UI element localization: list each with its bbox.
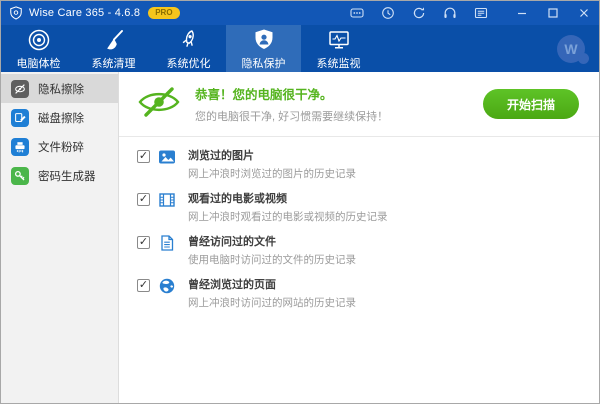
file-shredder-icon (11, 138, 29, 156)
titlebar: Wise Care 365 - 4.6.8 PRO (1, 1, 599, 25)
pro-badge: PRO (148, 7, 179, 19)
content-body: 隐私擦除 磁盘擦除 文件粉碎 密码生成器 (1, 72, 599, 403)
wise-care-window: Wise Care 365 - 4.6.8 PRO (0, 0, 600, 404)
tab-pc-checkup[interactable]: 电脑体检 (1, 25, 76, 72)
maximize-icon[interactable] (537, 1, 568, 25)
item-subtitle: 网上冲浪时观看过的电影或视频的历史记录 (188, 209, 388, 224)
app-logo-shield-icon (9, 6, 23, 20)
item-text: 浏览过的图片 网上冲浪时浏览过的图片的历史记录 (188, 147, 356, 181)
tab-system-cleaner[interactable]: 系统清理 (76, 25, 151, 72)
item-title: 浏览过的图片 (188, 147, 356, 163)
monitor-icon (327, 27, 351, 53)
sidebar-item-label: 隐私擦除 (38, 81, 84, 97)
eye-slash-green-icon (137, 87, 181, 122)
broom-icon (102, 27, 126, 53)
rocket-icon (177, 27, 201, 53)
item-title: 曾经访问过的文件 (188, 233, 356, 249)
clean-status-text: 恭喜！您的电脑很干净。 您的电脑很干净, 好习惯需要继续保持！ (195, 84, 388, 124)
refresh-icon[interactable] (403, 1, 434, 25)
sidebar-item-file-shredder[interactable]: 文件粉碎 (1, 132, 118, 161)
globe-icon (158, 277, 176, 295)
disk-eraser-icon (11, 109, 29, 127)
sidebar: 隐私擦除 磁盘擦除 文件粉碎 密码生成器 (1, 72, 119, 403)
checkbox-visited-pages[interactable]: ✓ (137, 279, 150, 292)
sidebar-item-label: 密码生成器 (38, 168, 96, 184)
history-clock-icon[interactable] (372, 1, 403, 25)
tab-label: 系统优化 (167, 55, 211, 71)
item-text: 曾经访问过的文件 使用电脑时访问过的文件的历史记录 (188, 233, 356, 267)
sidebar-item-disk-eraser[interactable]: 磁盘擦除 (1, 103, 118, 132)
item-subtitle: 网上冲浪时浏览过的图片的历史记录 (188, 166, 356, 181)
checkbox-accessed-files[interactable]: ✓ (137, 236, 150, 249)
clean-status-subtitle: 您的电脑很干净, 好习惯需要继续保持！ (195, 108, 388, 124)
list-item-visited-pages: ✓ 曾经浏览过的页面 网上冲浪时访问过的网站的历史记录 (137, 276, 599, 310)
item-title: 观看过的电影或视频 (188, 190, 388, 206)
picture-icon (158, 148, 176, 166)
tab-label: 系统清理 (92, 55, 136, 71)
titlebar-controls (341, 1, 599, 25)
tab-label: 系统监视 (317, 55, 361, 71)
minimize-icon[interactable] (506, 1, 537, 25)
list-item-browsed-images: ✓ 浏览过的图片 网上冲浪时浏览过的图片的历史记录 (137, 147, 599, 181)
tab-label: 隐私保护 (242, 55, 286, 71)
clean-status-title: 恭喜！您的电脑很干净。 (195, 84, 388, 103)
item-text: 观看过的电影或视频 网上冲浪时观看过的电影或视频的历史记录 (188, 190, 388, 224)
tab-system-tuneup[interactable]: 系统优化 (151, 25, 226, 72)
main-nav: 电脑体检 系统清理 系统优化 隐私保护 系统监视 W (1, 25, 599, 72)
sidebar-item-label: 文件粉碎 (38, 139, 84, 155)
password-key-icon (11, 167, 29, 185)
menu-list-icon[interactable] (465, 1, 496, 25)
checkup-target-icon (27, 27, 51, 53)
sidebar-item-label: 磁盘擦除 (38, 110, 84, 126)
item-subtitle: 网上冲浪时访问过的网站的历史记录 (188, 295, 356, 310)
clean-status-header: 恭喜！您的电脑很干净。 您的电脑很干净, 好习惯需要继续保持！ 开始扫描 (119, 72, 599, 137)
item-title: 曾经浏览过的页面 (188, 276, 356, 292)
checkbox-watched-videos[interactable]: ✓ (137, 193, 150, 206)
sidebar-item-privacy-eraser[interactable]: 隐私擦除 (1, 74, 118, 103)
tab-system-monitor[interactable]: 系统监视 (301, 25, 376, 72)
item-subtitle: 使用电脑时访问过的文件的历史记录 (188, 252, 356, 267)
message-icon[interactable] (341, 1, 372, 25)
list-item-watched-videos: ✓ 观看过的电影或视频 网上冲浪时观看过的电影或视频的历史记录 (137, 190, 599, 224)
headset-support-icon[interactable] (434, 1, 465, 25)
item-text: 曾经浏览过的页面 网上冲浪时访问过的网站的历史记录 (188, 276, 356, 310)
film-icon (158, 191, 176, 209)
main-panel: 恭喜！您的电脑很干净。 您的电脑很干净, 好习惯需要继续保持！ 开始扫描 ✓ 浏… (119, 72, 599, 403)
document-icon (158, 234, 176, 252)
list-item-accessed-files: ✓ 曾经访问过的文件 使用电脑时访问过的文件的历史记录 (137, 233, 599, 267)
eye-slash-icon (11, 80, 29, 98)
close-icon[interactable] (568, 1, 599, 25)
start-scan-button[interactable]: 开始扫描 (483, 89, 579, 119)
checkbox-browsed-images[interactable]: ✓ (137, 150, 150, 163)
tab-label: 电脑体检 (17, 55, 61, 71)
privacy-item-list: ✓ 浏览过的图片 网上冲浪时浏览过的图片的历史记录 ✓ 观看过的 (119, 137, 599, 319)
window-title: Wise Care 365 - 4.6.8 (29, 7, 140, 19)
tab-privacy-protector[interactable]: 隐私保护 (226, 25, 301, 72)
privacy-shield-icon (252, 27, 276, 53)
avatar-dot (578, 53, 589, 64)
sidebar-item-password-generator[interactable]: 密码生成器 (1, 161, 118, 190)
account-avatar[interactable]: W (557, 35, 585, 63)
